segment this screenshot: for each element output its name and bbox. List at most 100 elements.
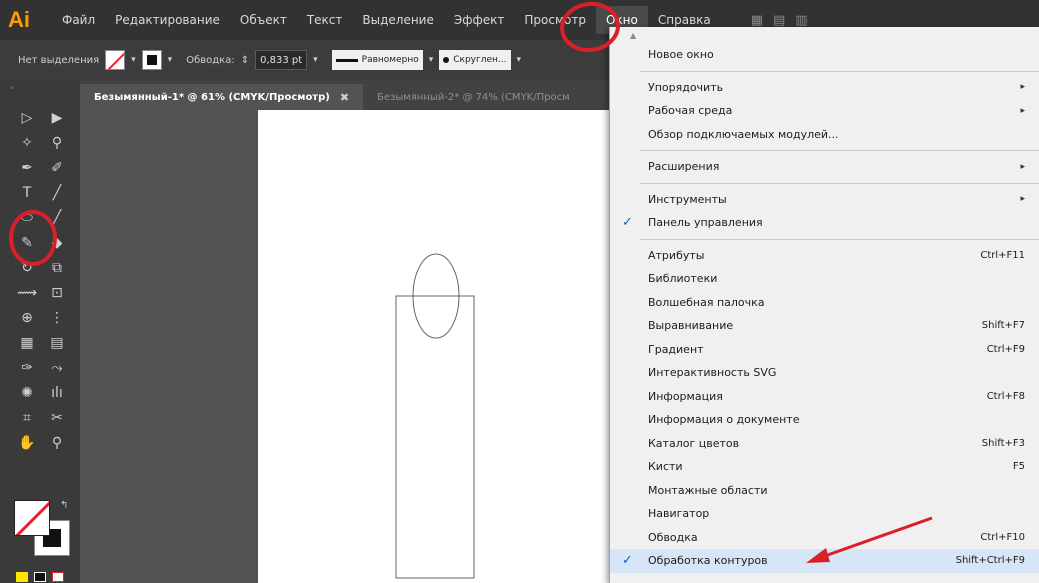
menu-6[interactable]: Просмотр (514, 6, 596, 34)
tool-row: ▦ ▤ (14, 331, 74, 355)
window-menu-item-shortcut: Ctrl+F8 (986, 390, 1025, 402)
window-menu-item-label: Волшебная палочка (648, 295, 765, 309)
fill-color-swatch[interactable] (14, 500, 50, 536)
document-tab[interactable]: Безымянный-1* @ 61% (CMYK/Просмотр) ✖ (80, 84, 364, 110)
brush-definition-dropdown[interactable]: Скруглен... (439, 50, 511, 70)
fill-swatch[interactable] (105, 50, 126, 70)
submenu-arrow-icon: ▸ (1020, 161, 1025, 172)
window-menu-item[interactable]: Библиотеки (610, 267, 1039, 291)
scroll-up-arrow-icon[interactable]: ▲ (610, 27, 1039, 43)
stepper-icon[interactable]: ⇕ (241, 55, 249, 66)
uniform-line-icon (335, 58, 358, 62)
eyedropper-tool-icon[interactable]: ✑ (14, 357, 40, 379)
window-menu-item[interactable]: Обзор подключаемых модулей... (610, 123, 1039, 147)
chevron-down-icon[interactable]: ▾ (168, 55, 173, 65)
window-menu-item[interactable]: Выравнивание Shift+F7 (610, 314, 1039, 338)
menu-0[interactable]: Файл (52, 6, 105, 34)
bridge-icon[interactable]: ▦ (751, 13, 763, 28)
direct-selection-tool-icon[interactable]: ▶ (44, 107, 70, 129)
tab-label: Безымянный-2* @ 74% (CMYK/Просм (377, 91, 570, 103)
window-menu-item[interactable]: Инструменты ▸ (610, 188, 1039, 212)
window-menu-item[interactable]: Информация о документе (610, 408, 1039, 432)
paintbrush-tool-icon[interactable]: ╱ (44, 207, 70, 229)
window-menu-item[interactable]: Обводка Ctrl+F10 (610, 526, 1039, 550)
window-menu-item-shortcut: Ctrl+F9 (986, 343, 1025, 355)
menu-5[interactable]: Эффект (444, 6, 515, 34)
magic-wand-tool-icon[interactable]: ✧ (14, 132, 40, 154)
window-menu-item[interactable]: Каталог цветов Shift+F3 (610, 432, 1039, 456)
rotate-tool-icon[interactable]: ↻ (14, 257, 40, 279)
selection-tool-icon[interactable]: ▷ (14, 107, 40, 129)
window-menu-item-label: Выравнивание (648, 319, 734, 333)
panel-grip-icon[interactable]: " (10, 86, 15, 96)
mini-swatch-yellow[interactable] (16, 572, 28, 582)
artboard[interactable] (258, 110, 618, 583)
window-menu-item-label: Расширения (648, 160, 720, 174)
window-menu-item[interactable]: Рабочая среда ▸ (610, 99, 1039, 123)
lasso-tool-icon[interactable]: ⚲ (44, 132, 70, 154)
swap-fill-stroke-icon[interactable]: ↰ (60, 500, 68, 511)
perspective-tool-icon[interactable]: ⋮ (44, 307, 70, 329)
brush-label: Скруглен... (453, 55, 507, 65)
shape-builder-tool-icon[interactable]: ⊕ (14, 307, 40, 329)
tool-row: ✧ ⚲ (14, 131, 74, 155)
window-menu-item[interactable]: Градиент Ctrl+F9 (610, 338, 1039, 362)
scale-tool-icon[interactable]: ⧉ (44, 257, 70, 279)
window-menu-item[interactable]: Расширения ▸ (610, 155, 1039, 179)
mini-swatch-none[interactable] (52, 572, 64, 582)
menu-1[interactable]: Редактирование (105, 6, 230, 34)
fill-stroke-control: ↰ (14, 500, 74, 562)
window-menu-item[interactable]: Новое окно (610, 43, 1039, 67)
window-menu-item[interactable]: Кисти F5 (610, 455, 1039, 479)
pen-tool-icon[interactable]: ✒ (14, 157, 40, 179)
window-menu-item-label: Информация о документе (648, 413, 800, 427)
column-graph-tool-icon[interactable]: ılı (44, 382, 70, 404)
close-icon[interactable]: ✖ (340, 91, 349, 104)
hand-tool-icon[interactable]: ✋ (14, 432, 40, 454)
slice-tool-icon[interactable]: ✂ (44, 407, 70, 429)
document-tab[interactable]: Безымянный-2* @ 74% (CMYK/Просм (363, 84, 584, 110)
blend-tool-icon[interactable]: ⤳ (44, 357, 70, 379)
window-menu-item-shortcut: F5 (1012, 461, 1025, 473)
window-menu-item[interactable]: Информация Ctrl+F8 (610, 385, 1039, 409)
type-tool-icon[interactable]: T (14, 182, 40, 204)
window-menu-item-label: Новое окно (648, 48, 714, 62)
menu-4[interactable]: Выделение (352, 6, 443, 34)
window-menu-item[interactable]: Атрибуты Ctrl+F11 (610, 244, 1039, 268)
free-transform-tool-icon[interactable]: ⊡ (44, 282, 70, 304)
chevron-down-icon[interactable]: ▾ (313, 55, 318, 65)
window-menu-item[interactable]: Монтажные области (610, 479, 1039, 503)
window-menu-item[interactable]: ✓ Панель управления (610, 211, 1039, 235)
arrange-documents-icon[interactable]: ▤ (773, 13, 785, 28)
mesh-tool-icon[interactable]: ▦ (14, 332, 40, 354)
symbol-sprayer-tool-icon[interactable]: ✺ (14, 382, 40, 404)
chevron-down-icon[interactable]: ▾ (517, 55, 522, 65)
mini-swatch-black[interactable] (34, 572, 46, 582)
line-tool-icon[interactable]: ╱ (44, 182, 70, 204)
stroke-swatch[interactable] (141, 50, 162, 70)
zoom-tool-icon[interactable]: ⚲ (44, 432, 70, 454)
gradient-tool-icon[interactable]: ▤ (44, 332, 70, 354)
variable-width-profile-dropdown[interactable]: Равномерно (331, 50, 423, 70)
window-menu-item[interactable]: Интерактивность SVG (610, 361, 1039, 385)
eraser-tool-icon[interactable]: ◆ (44, 232, 70, 254)
gpu-icon[interactable]: ▥ (795, 13, 807, 28)
width-tool-icon[interactable]: ⟿ (14, 282, 40, 304)
window-menu-item[interactable]: Упорядочить ▸ (610, 76, 1039, 100)
curvature-tool-icon[interactable]: ✐ (44, 157, 70, 179)
chevron-down-icon[interactable]: ▾ (429, 55, 434, 65)
window-menu-item[interactable]: ✓ Обработка контуров Shift+Ctrl+F9 (610, 549, 1039, 573)
selection-status-label: Нет выделения (18, 54, 100, 66)
submenu-arrow-icon: ▸ (1020, 194, 1025, 205)
menu-2[interactable]: Объект (230, 6, 297, 34)
artboard-tool-icon[interactable]: ⌗ (14, 407, 40, 429)
artwork-layer (395, 253, 475, 579)
chevron-down-icon[interactable]: ▾ (131, 55, 136, 65)
ellipse-tool-icon[interactable]: ⬭ (14, 207, 40, 229)
tool-row: ✋ ⚲ (14, 431, 74, 455)
window-menu-item[interactable]: Навигатор (610, 502, 1039, 526)
stroke-weight-field[interactable] (255, 50, 308, 70)
menu-3[interactable]: Текст (297, 6, 353, 34)
window-menu-item[interactable]: Волшебная палочка (610, 291, 1039, 315)
shaper-tool-icon[interactable]: ✎ (14, 232, 40, 254)
